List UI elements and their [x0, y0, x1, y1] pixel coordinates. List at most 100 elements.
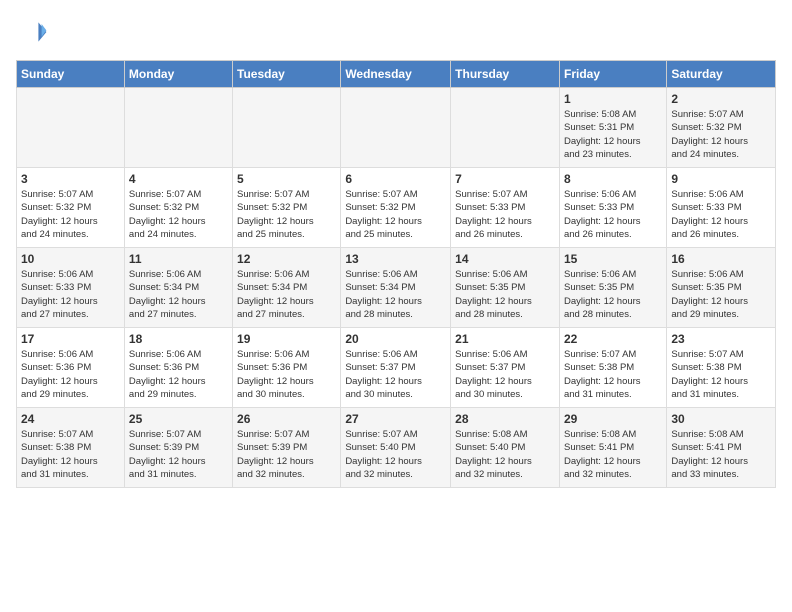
day-info: Sunrise: 5:06 AM Sunset: 5:34 PM Dayligh… — [345, 268, 446, 321]
day-cell — [341, 88, 451, 168]
day-info: Sunrise: 5:07 AM Sunset: 5:38 PM Dayligh… — [21, 428, 120, 481]
day-number: 30 — [671, 412, 771, 426]
day-number: 13 — [345, 252, 446, 266]
day-cell: 30Sunrise: 5:08 AM Sunset: 5:41 PM Dayli… — [667, 408, 776, 488]
day-info: Sunrise: 5:08 AM Sunset: 5:40 PM Dayligh… — [455, 428, 555, 481]
day-number: 6 — [345, 172, 446, 186]
day-info: Sunrise: 5:07 AM Sunset: 5:40 PM Dayligh… — [345, 428, 446, 481]
day-number: 22 — [564, 332, 662, 346]
day-cell: 28 Sunrise: 5:08 AM Sunset: 5:40 PM Dayli… — [451, 408, 560, 488]
day-cell: 9 Sunrise: 5:06 AM Sunset: 5:33 PM Daylig… — [667, 168, 776, 248]
day-info: Sunrise: 5:08 AM Sunset: 5:31 PM Dayligh… — [564, 108, 662, 161]
weekday-header-row: SundayMondayTuesdayWednesdayThursdayFrid… — [17, 61, 776, 88]
day-cell: 23 Sunrise: 5:07 AM Sunset: 5:38 PM Dayli… — [667, 328, 776, 408]
day-number: 16 — [671, 252, 771, 266]
day-cell: 29 Sunrise: 5:08 AM Sunset: 5:41 PM Dayli… — [559, 408, 666, 488]
day-number: 14 — [455, 252, 555, 266]
day-cell: 14 Sunrise: 5:06 AM Sunset: 5:35 PM Dayli… — [451, 248, 560, 328]
day-number: 26 — [237, 412, 336, 426]
day-cell: 21Sunrise: 5:06 AM Sunset: 5:37 PM Dayli… — [451, 328, 560, 408]
day-info: Sunrise: 5:07 AM Sunset: 5:39 PM Dayligh… — [237, 428, 336, 481]
day-info: Sunrise: 5:06 AM Sunset: 5:33 PM Dayligh… — [671, 188, 771, 241]
day-number: 10 — [21, 252, 120, 266]
day-cell: 5 Sunrise: 5:07 AM Sunset: 5:32 PM Daylig… — [233, 168, 341, 248]
day-number: 1 — [564, 92, 662, 106]
logo-icon — [16, 16, 48, 48]
weekday-header-saturday: Saturday — [667, 61, 776, 88]
day-number: 15 — [564, 252, 662, 266]
day-number: 5 — [237, 172, 336, 186]
day-cell: 15 Sunrise: 5:06 AM Sunset: 5:35 PM Dayli… — [559, 248, 666, 328]
day-number: 27 — [345, 412, 446, 426]
page-header — [16, 16, 776, 48]
day-info: Sunrise: 5:07 AM Sunset: 5:32 PM Dayligh… — [345, 188, 446, 241]
day-info: Sunrise: 5:06 AM Sunset: 5:35 PM Dayligh… — [455, 268, 555, 321]
day-number: 17 — [21, 332, 120, 346]
day-cell — [451, 88, 560, 168]
weekday-header-friday: Friday — [559, 61, 666, 88]
day-number: 7 — [455, 172, 555, 186]
weekday-header-wednesday: Wednesday — [341, 61, 451, 88]
day-cell — [17, 88, 125, 168]
day-info: Sunrise: 5:06 AM Sunset: 5:34 PM Dayligh… — [237, 268, 336, 321]
day-number: 9 — [671, 172, 771, 186]
day-cell: 7 Sunrise: 5:07 AM Sunset: 5:33 PM Daylig… — [451, 168, 560, 248]
week-row-5: 24 Sunrise: 5:07 AM Sunset: 5:38 PM Dayli… — [17, 408, 776, 488]
day-number: 29 — [564, 412, 662, 426]
week-row-4: 17 Sunrise: 5:06 AM Sunset: 5:36 PM Dayli… — [17, 328, 776, 408]
day-info: Sunrise: 5:07 AM Sunset: 5:32 PM Dayligh… — [129, 188, 228, 241]
weekday-header-thursday: Thursday — [451, 61, 560, 88]
day-number: 24 — [21, 412, 120, 426]
week-row-1: 1 Sunrise: 5:08 AM Sunset: 5:31 PM Daylig… — [17, 88, 776, 168]
day-number: 2 — [671, 92, 771, 106]
day-cell — [124, 88, 232, 168]
day-info: Sunrise: 5:06 AM Sunset: 5:36 PM Dayligh… — [21, 348, 120, 401]
day-info: Sunrise: 5:06 AM Sunset: 5:33 PM Dayligh… — [21, 268, 120, 321]
day-info: Sunrise: 5:07 AM Sunset: 5:33 PM Dayligh… — [455, 188, 555, 241]
day-info: Sunrise: 5:06 AM Sunset: 5:36 PM Dayligh… — [237, 348, 336, 401]
day-number: 21 — [455, 332, 555, 346]
day-info: Sunrise: 5:07 AM Sunset: 5:32 PM Dayligh… — [237, 188, 336, 241]
weekday-header-sunday: Sunday — [17, 61, 125, 88]
day-info: Sunrise: 5:06 AM Sunset: 5:36 PM Dayligh… — [129, 348, 228, 401]
day-cell: 1 Sunrise: 5:08 AM Sunset: 5:31 PM Daylig… — [559, 88, 666, 168]
day-cell: 19 Sunrise: 5:06 AM Sunset: 5:36 PM Dayli… — [233, 328, 341, 408]
day-cell: 27 Sunrise: 5:07 AM Sunset: 5:40 PM Dayli… — [341, 408, 451, 488]
day-number: 8 — [564, 172, 662, 186]
day-info: Sunrise: 5:07 AM Sunset: 5:38 PM Dayligh… — [671, 348, 771, 401]
day-info: Sunrise: 5:06 AM Sunset: 5:35 PM Dayligh… — [671, 268, 771, 321]
day-number: 4 — [129, 172, 228, 186]
day-number: 23 — [671, 332, 771, 346]
day-info: Sunrise: 5:06 AM Sunset: 5:33 PM Dayligh… — [564, 188, 662, 241]
weekday-header-tuesday: Tuesday — [233, 61, 341, 88]
day-info: Sunrise: 5:07 AM Sunset: 5:32 PM Dayligh… — [671, 108, 771, 161]
day-cell: 18 Sunrise: 5:06 AM Sunset: 5:36 PM Dayli… — [124, 328, 232, 408]
day-info: Sunrise: 5:07 AM Sunset: 5:32 PM Dayligh… — [21, 188, 120, 241]
day-cell: 10 Sunrise: 5:06 AM Sunset: 5:33 PM Dayli… — [17, 248, 125, 328]
day-cell: 20 Sunrise: 5:06 AM Sunset: 5:37 PM Dayli… — [341, 328, 451, 408]
day-cell: 8 Sunrise: 5:06 AM Sunset: 5:33 PM Daylig… — [559, 168, 666, 248]
day-info: Sunrise: 5:06 AM Sunset: 5:37 PM Dayligh… — [345, 348, 446, 401]
day-number: 28 — [455, 412, 555, 426]
day-info: Sunrise: 5:06 AM Sunset: 5:35 PM Dayligh… — [564, 268, 662, 321]
calendar-table: SundayMondayTuesdayWednesdayThursdayFrid… — [16, 60, 776, 488]
day-cell: 26 Sunrise: 5:07 AM Sunset: 5:39 PM Dayli… — [233, 408, 341, 488]
day-number: 25 — [129, 412, 228, 426]
day-cell: 12 Sunrise: 5:06 AM Sunset: 5:34 PM Dayli… — [233, 248, 341, 328]
day-cell: 6 Sunrise: 5:07 AM Sunset: 5:32 PM Daylig… — [341, 168, 451, 248]
weekday-header-monday: Monday — [124, 61, 232, 88]
day-info: Sunrise: 5:07 AM Sunset: 5:39 PM Dayligh… — [129, 428, 228, 481]
day-number: 3 — [21, 172, 120, 186]
day-number: 20 — [345, 332, 446, 346]
day-cell: 13 Sunrise: 5:06 AM Sunset: 5:34 PM Dayli… — [341, 248, 451, 328]
day-cell — [233, 88, 341, 168]
day-info: Sunrise: 5:08 AM Sunset: 5:41 PM Dayligh… — [564, 428, 662, 481]
day-number: 18 — [129, 332, 228, 346]
day-cell: 16 Sunrise: 5:06 AM Sunset: 5:35 PM Dayli… — [667, 248, 776, 328]
day-number: 19 — [237, 332, 336, 346]
day-cell: 11Sunrise: 5:06 AM Sunset: 5:34 PM Dayli… — [124, 248, 232, 328]
day-number: 12 — [237, 252, 336, 266]
week-row-2: 3 Sunrise: 5:07 AM Sunset: 5:32 PM Daylig… — [17, 168, 776, 248]
logo — [16, 16, 52, 48]
day-cell: 24 Sunrise: 5:07 AM Sunset: 5:38 PM Dayli… — [17, 408, 125, 488]
